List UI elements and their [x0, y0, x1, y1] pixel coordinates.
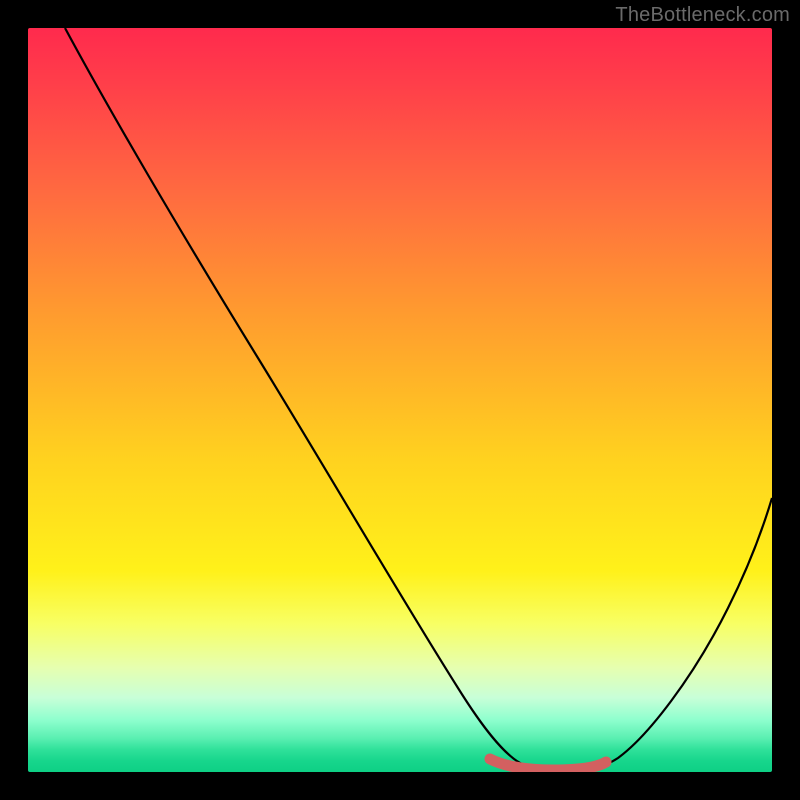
chart-stage: TheBottleneck.com: [0, 0, 800, 800]
optimal-range-marker: [490, 759, 606, 770]
curve-layer: [28, 28, 772, 772]
bottleneck-curve: [65, 28, 772, 770]
plot-area: [28, 28, 772, 772]
watermark-text: TheBottleneck.com: [615, 4, 790, 27]
